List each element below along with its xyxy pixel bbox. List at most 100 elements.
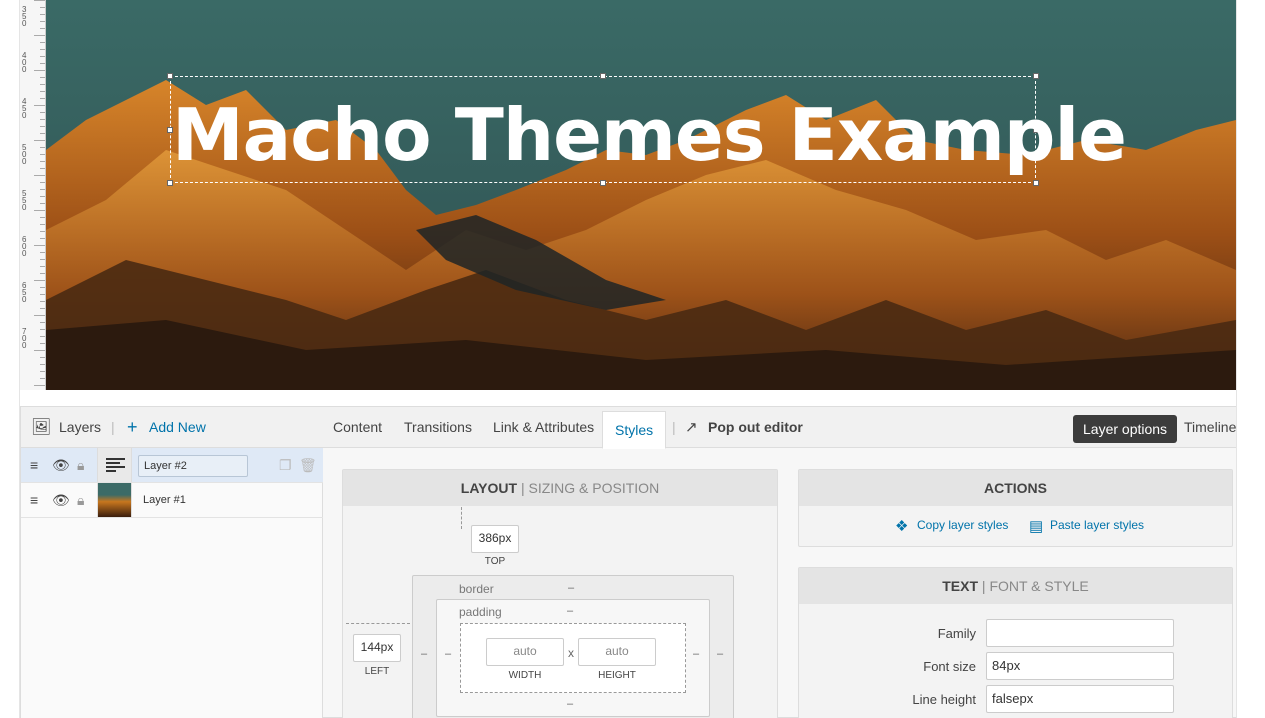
paste-icon[interactable]: ▤ [1029,517,1043,535]
ruler-tick [34,175,45,176]
add-new-button[interactable]: Add New [149,407,206,448]
layers-icon: 🖼︎ [31,419,52,436]
layout-subtitle: SIZING & POSITION [528,480,660,496]
lock-icon[interactable]: 🔒︎ [77,492,84,508]
font-size-label: Font size [923,659,976,674]
actions-panel: ACTIONS ❖ Copy layer styles ▤ Paste laye… [798,469,1233,547]
plus-icon[interactable]: + [127,407,138,448]
duplicate-icon[interactable]: ❐ [279,457,292,473]
drag-handle-icon[interactable]: ≡ [30,492,38,508]
padding-bottom-value[interactable]: – [567,698,573,710]
layer-name[interactable]: Layer #1 [138,490,248,512]
border-left-value[interactable]: – [421,648,427,660]
top-input[interactable]: 386px [471,525,519,553]
layer-name-input[interactable]: Layer #2 [138,455,248,477]
left-input[interactable]: 144px [353,634,401,662]
headline-text-layer[interactable]: Macho Themes Example [172,92,1127,178]
font-size-input[interactable]: 84px [986,652,1174,680]
external-link-icon[interactable]: ↗ [685,407,698,448]
editor-toolbar: 🖼︎ Layers | + Add New Content Transition… [21,407,1252,449]
ruler-label: 350 [22,5,27,28]
left-gutter [0,0,20,718]
padding-right-value[interactable]: – [693,648,699,660]
timeline-button[interactable]: Timeline [1184,407,1236,448]
resize-handle[interactable] [167,73,173,79]
layers-list: ≡ 👁︎ 🔒︎ Layer #2 ❐ 🗑︎ ≡ 👁︎ 🔒︎ Layer #1 [21,448,323,718]
layout-panel-header: LAYOUT | SIZING & POSITION [343,470,777,506]
text-align-icon [106,458,125,472]
lock-icon[interactable]: 🔒︎ [77,457,84,473]
tab-content[interactable]: Content [333,407,382,448]
ruler-tick [34,350,45,351]
paste-layer-styles-button[interactable]: Paste layer styles [1050,518,1144,532]
border-box: border – – – padding – – – – auto x auto… [412,575,734,718]
trash-icon[interactable]: 🗑︎ [299,457,317,473]
line-height-input[interactable]: falsepx [986,685,1174,713]
resize-handle[interactable] [1033,73,1039,79]
tab-link-attributes[interactable]: Link & Attributes [493,407,594,448]
actions-panel-header: ACTIONS [799,470,1232,506]
family-input[interactable] [986,619,1174,647]
copy-layer-styles-button[interactable]: Copy layer styles [917,518,1008,532]
left-guide [346,623,410,624]
layout-panel: LAYOUT | SIZING & POSITION 386px TOP 144… [342,469,778,718]
eye-icon[interactable]: 👁︎ [52,492,70,508]
padding-left-value[interactable]: – [445,648,451,660]
ruler-tick [34,70,45,71]
border-right-value[interactable]: – [717,648,723,660]
vertical-ruler: 300350400450500550600650700 [20,0,46,390]
resize-handle[interactable] [167,180,173,186]
ruler-tick [34,280,45,281]
times-sign: x [568,646,574,660]
resize-handle[interactable] [600,180,606,186]
layer-row[interactable]: ≡ 👁︎ 🔒︎ Layer #1 [21,483,323,518]
eye-icon[interactable]: 👁︎ [52,457,70,473]
layer-options-button[interactable]: Layer options [1073,415,1178,443]
resize-handle[interactable] [1033,180,1039,186]
text-layer-thumbnail [97,448,132,482]
resize-handle[interactable] [600,73,606,79]
layer-row[interactable]: ≡ 👁︎ 🔒︎ Layer #2 ❐ 🗑︎ [21,448,323,483]
ruler-tick [34,105,45,106]
padding-top-value[interactable]: – [567,605,573,617]
padding-box: padding – – – – auto x auto WIDTH HEIGHT [436,599,710,717]
ruler-label: 650 [22,281,27,304]
ruler-label: 400 [22,51,27,74]
ruler-tick [34,245,45,246]
ruler-tick [34,0,45,1]
tab-transitions[interactable]: Transitions [404,407,472,448]
ruler-tick [34,210,45,211]
layout-title: LAYOUT [460,480,518,496]
text-subtitle: FONT & STYLE [989,578,1089,594]
border-label: border [459,582,494,596]
drag-handle-icon[interactable]: ≡ [30,457,38,473]
text-panel-header: TEXT | FONT & STYLE [799,568,1232,604]
separator: | [672,419,676,435]
border-top-value[interactable]: – [568,582,574,594]
ruler-label: 550 [22,189,27,212]
line-height-label: Line height [912,692,976,707]
ruler-tick [34,35,45,36]
width-label: WIDTH [508,670,542,681]
ruler-label: 700 [22,327,27,350]
padding-label: padding [459,605,502,619]
right-gutter [1236,0,1265,718]
text-title: TEXT [942,578,979,594]
pop-out-editor-button[interactable]: Pop out editor [708,407,803,448]
ruler-tick [34,385,45,386]
separator: | [111,419,115,435]
top-label: TOP [484,556,506,567]
copy-icon[interactable]: ❖ [895,517,908,535]
height-input[interactable]: auto [578,638,656,666]
ruler-tick [34,315,45,316]
family-label: Family [937,626,976,641]
text-panel: TEXT | FONT & STYLE Family Font size 84p… [798,567,1233,718]
tab-styles[interactable]: Styles [602,411,667,449]
ruler-label: 600 [22,235,27,258]
slide-canvas[interactable] [46,0,1236,390]
layer-editor: 🖼︎ Layers | + Add New Content Transition… [20,406,1253,718]
width-input[interactable]: auto [486,638,564,666]
ruler-tick [34,140,45,141]
layers-label: Layers [59,419,102,435]
mountain-background-image [46,0,1236,390]
